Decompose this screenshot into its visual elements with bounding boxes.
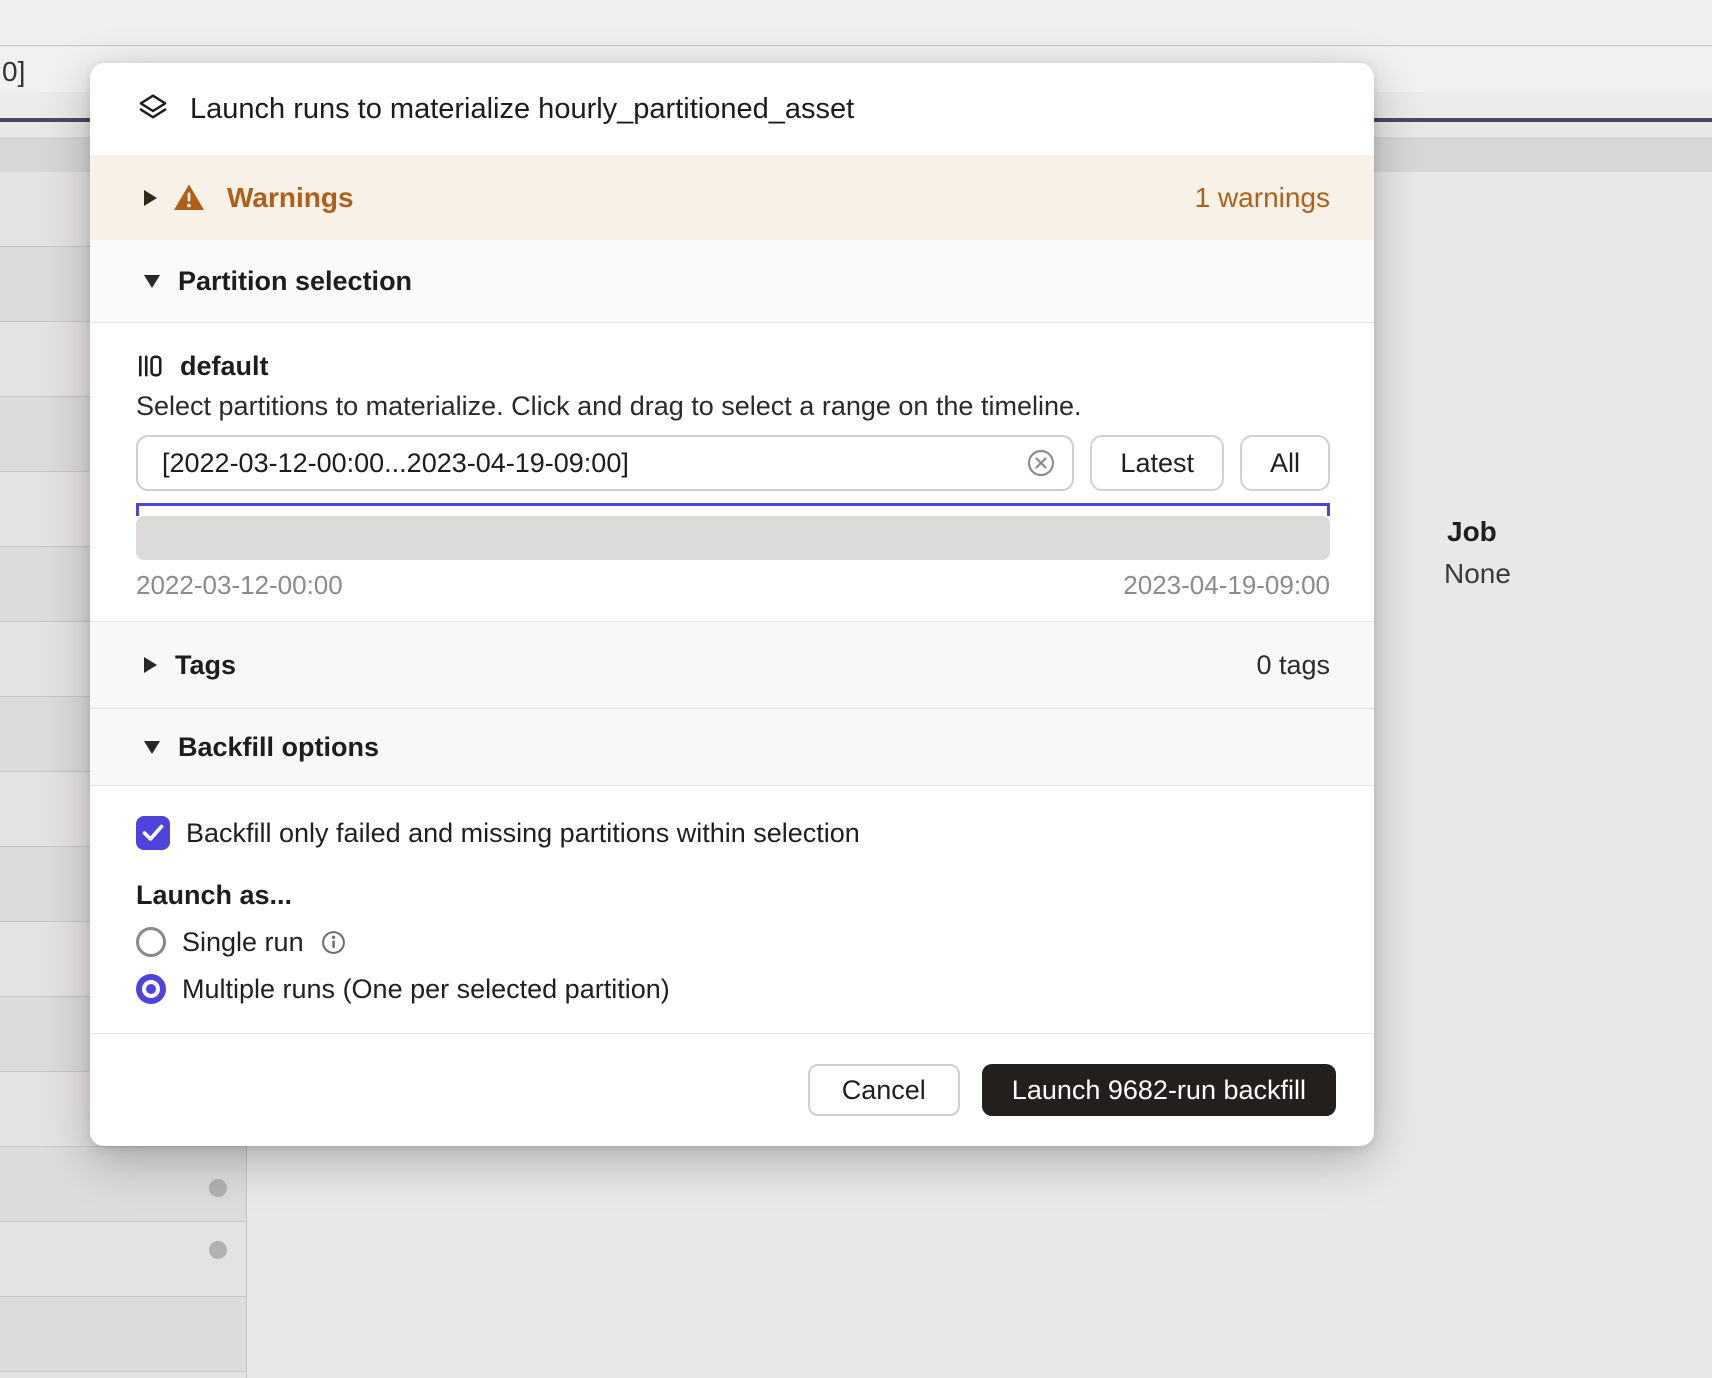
timeline-end-label: 2023-04-19-09:00 xyxy=(1123,570,1330,601)
chevron-down-icon xyxy=(144,275,160,288)
partition-health-bar[interactable] xyxy=(136,516,1330,560)
launch-backfill-button[interactable]: Launch 9682-run backfill xyxy=(982,1064,1336,1116)
chevron-down-icon xyxy=(144,741,160,754)
checkbox-label[interactable]: Backfill only failed and missing partiti… xyxy=(186,818,860,849)
selection-range-indicator xyxy=(136,503,1330,516)
partition-set-icon xyxy=(136,352,164,380)
partition-range-input[interactable] xyxy=(136,435,1074,491)
warning-triangle-icon xyxy=(173,183,205,212)
partition-range-input-wrap xyxy=(136,435,1074,491)
timeline-labels: 2022-03-12-00:00 2023-04-19-09:00 xyxy=(136,570,1330,601)
info-icon[interactable] xyxy=(320,929,347,956)
job-column-header: Job xyxy=(1447,516,1497,548)
radio-multiple-runs[interactable]: Multiple runs (One per selected partitio… xyxy=(136,973,1330,1005)
partition-input-row: Latest All xyxy=(136,435,1330,491)
partition-selection-header[interactable]: Partition selection xyxy=(90,240,1374,323)
dialog-title: Launch runs to materialize hourly_partit… xyxy=(190,93,854,126)
backfill-options-header[interactable]: Backfill options xyxy=(90,708,1374,786)
tags-section-header[interactable]: Tags 0 tags xyxy=(90,621,1374,708)
backfill-options-title: Backfill options xyxy=(178,732,379,763)
radio-inner-ring xyxy=(142,980,160,998)
partition-dimension-name: default xyxy=(180,351,269,382)
chevron-right-icon xyxy=(144,190,157,206)
dialog-header: Launch runs to materialize hourly_partit… xyxy=(90,63,1374,155)
timeline-start-label: 2022-03-12-00:00 xyxy=(136,570,343,601)
radio-circle-selected[interactable] xyxy=(136,974,166,1004)
radio-circle-unselected[interactable] xyxy=(136,927,166,957)
partition-instruction: Select partitions to materialize. Click … xyxy=(136,389,1330,423)
tags-title: Tags xyxy=(175,650,236,681)
multiple-runs-label[interactable]: Multiple runs (One per selected partitio… xyxy=(182,974,670,1005)
bg-top-strip xyxy=(0,0,1712,46)
cancel-button[interactable]: Cancel xyxy=(808,1064,960,1116)
chevron-right-icon xyxy=(144,657,157,673)
truncated-input-text: 0] xyxy=(2,56,25,88)
partition-selection-title: Partition selection xyxy=(178,266,412,297)
asset-layers-icon xyxy=(136,92,170,126)
radio-single-run[interactable]: Single run xyxy=(136,926,1330,958)
partition-dimension-row: default xyxy=(136,351,1330,381)
backfill-options-content: Backfill only failed and missing partiti… xyxy=(90,786,1374,1033)
launch-as-label: Launch as... xyxy=(136,880,1330,911)
latest-button[interactable]: Latest xyxy=(1090,435,1224,491)
status-dot xyxy=(209,1179,227,1197)
single-run-label[interactable]: Single run xyxy=(182,927,304,958)
warnings-section-header[interactable]: Warnings 1 warnings xyxy=(90,155,1374,240)
tags-count: 0 tags xyxy=(1256,650,1330,681)
all-button[interactable]: All xyxy=(1240,435,1330,491)
backfill-failed-missing-row[interactable]: Backfill only failed and missing partiti… xyxy=(136,816,1330,850)
dialog-footer: Cancel Launch 9682-run backfill xyxy=(90,1033,1374,1146)
launch-backfill-dialog: Launch runs to materialize hourly_partit… xyxy=(90,63,1374,1146)
job-column-value: None xyxy=(1444,558,1511,590)
clear-input-icon[interactable] xyxy=(1024,446,1058,480)
partition-selection-content: default Select partitions to materialize… xyxy=(90,323,1374,621)
warnings-label: Warnings xyxy=(227,182,354,214)
status-dot xyxy=(209,1241,227,1259)
radio-inner-dot xyxy=(146,984,156,994)
backfill-failed-missing-checkbox[interactable] xyxy=(136,816,170,850)
warnings-count: 1 warnings xyxy=(1195,182,1330,214)
